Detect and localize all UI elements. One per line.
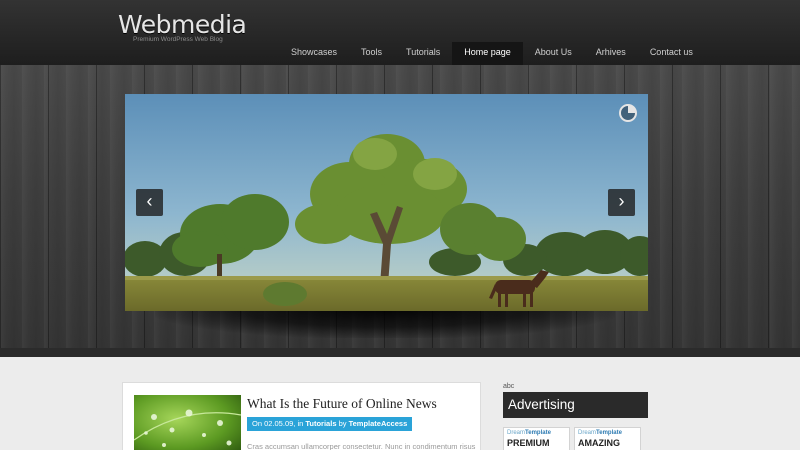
main-nav: Showcases Tools Tutorials Home page Abou…	[279, 42, 705, 65]
chevron-right-icon: ›	[618, 191, 625, 211]
post-date: On 02.05.09, in	[252, 419, 306, 428]
advertising-heading: Advertising	[503, 392, 648, 418]
slide-image	[125, 94, 648, 311]
post-author-link[interactable]: TemplateAccess	[349, 419, 408, 428]
chevron-left-icon: ‹	[146, 191, 153, 211]
slider-prev-button[interactable]: ‹	[136, 189, 163, 216]
nav-item-arhives[interactable]: Arhives	[584, 42, 638, 65]
leaf-image	[134, 395, 241, 450]
ad-brand: DreamTemplate	[507, 430, 551, 436]
post-excerpt: Cras accumsan ullamcorper consectetur. N…	[247, 442, 476, 450]
ad-banner[interactable]: DreamTemplate PREMIUM	[503, 427, 570, 450]
post-thumbnail[interactable]	[134, 395, 241, 450]
nav-item-contact-us[interactable]: Contact us	[638, 42, 705, 65]
nav-item-showcases[interactable]: Showcases	[279, 42, 349, 65]
post-title[interactable]: What Is the Future of Online News	[247, 396, 437, 412]
post-meta: On 02.05.09, in Tutorials by TemplateAcc…	[247, 417, 413, 431]
nav-item-tools[interactable]: Tools	[349, 42, 394, 65]
ad-headline: AMAZING	[578, 438, 620, 448]
site-logo[interactable]: Webmedia	[118, 10, 247, 39]
nav-item-home-page[interactable]: Home page	[452, 42, 523, 65]
sidebar-small-label: abc	[503, 383, 515, 390]
featured-slider[interactable]	[125, 94, 648, 311]
slider-shadow	[155, 308, 615, 338]
ad-banner[interactable]: DreamTemplate AMAZING	[574, 427, 641, 450]
nav-item-about-us[interactable]: About Us	[523, 42, 584, 65]
post-category-link[interactable]: Tutorials	[305, 419, 336, 428]
post-by-label: by	[336, 419, 349, 428]
site-tagline: Premium WordPress Web Blog	[133, 36, 223, 43]
slider-next-button[interactable]: ›	[608, 189, 635, 216]
nav-item-tutorials[interactable]: Tutorials	[394, 42, 452, 65]
ad-headline: PREMIUM	[507, 438, 550, 448]
divider-strip	[0, 348, 800, 357]
ad-brand: DreamTemplate	[578, 430, 622, 436]
pie-timer-icon	[619, 104, 637, 122]
